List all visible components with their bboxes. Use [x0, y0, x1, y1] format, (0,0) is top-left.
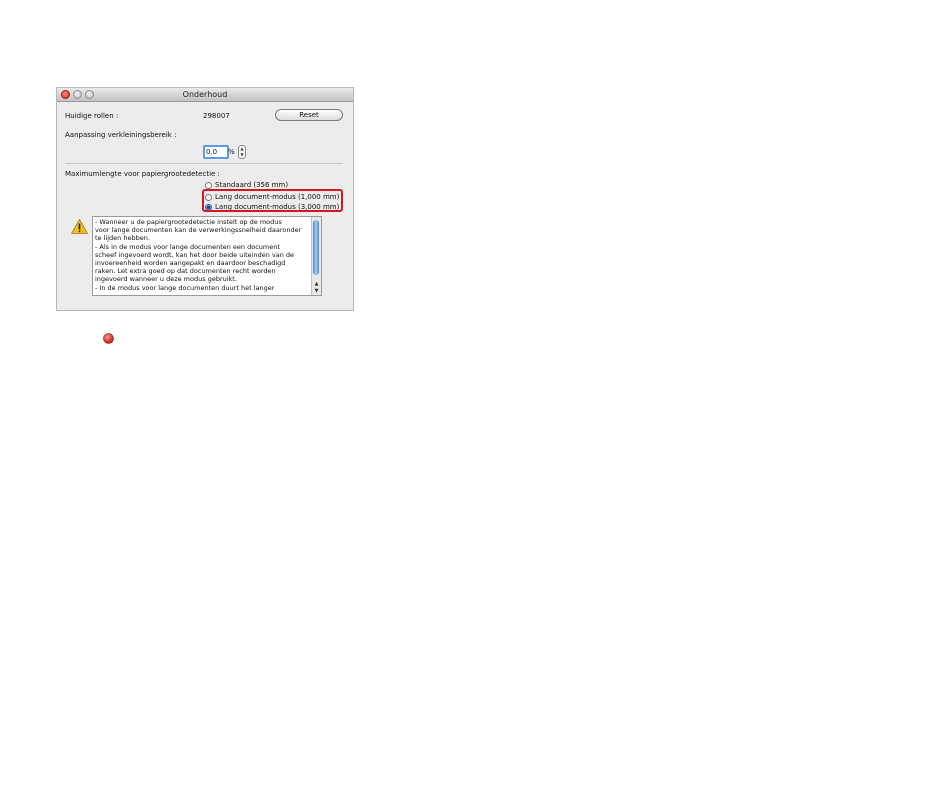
- warning-line: - Wanneer u de papiergrootedetectie inst…: [95, 218, 282, 226]
- message-scrollbar[interactable]: ▲ ▼: [311, 217, 321, 295]
- stepper-up-icon[interactable]: ▲: [239, 146, 245, 151]
- window-title: Onderhoud: [182, 90, 228, 99]
- warning-line: - In de modus voor lange documenten duur…: [95, 283, 275, 292]
- warning-line: te lijden hebben.: [95, 234, 150, 243]
- title-bar[interactable]: Onderhoud: [57, 88, 353, 102]
- detection-label: Maximumlengte voor papiergrootedetectie …: [65, 170, 220, 178]
- warning-line: invoereenheid worden aangepakt en daardo…: [95, 259, 286, 268]
- radio-standard[interactable]: [205, 182, 212, 189]
- separator: [65, 163, 343, 164]
- scrollbar-thumb[interactable]: [313, 220, 319, 275]
- reduction-input[interactable]: [203, 145, 229, 159]
- warning-message-box[interactable]: - Wanneer u de papiergrootedetectie inst…: [92, 216, 322, 296]
- warning-line: ingevoerd wanneer u deze modus gebruikt.: [95, 275, 237, 284]
- percent-label: %: [228, 148, 235, 156]
- maintenance-dialog: Onderhoud Huidige rollen : 298007 Reset …: [57, 88, 353, 310]
- rollers-label: Huidige rollen :: [65, 112, 119, 120]
- warning-line: - Als in de modus voor lange documenten …: [95, 242, 280, 251]
- stepper-down-icon[interactable]: ▼: [239, 152, 245, 157]
- warning-message: - Wanneer u de papiergrootedetectie inst…: [95, 218, 311, 292]
- reset-button[interactable]: Reset: [275, 109, 343, 121]
- red-bullet-icon: [103, 333, 114, 344]
- warning-triangle-icon: [71, 219, 88, 234]
- warning-line: voor lange documenten kan de verwerkings…: [95, 226, 302, 235]
- scroll-up-icon[interactable]: ▲: [312, 281, 321, 287]
- warning-line: raken. Let extra goed op dat documenten …: [95, 267, 276, 276]
- reduction-stepper[interactable]: ▲ ▼: [238, 145, 246, 159]
- scroll-down-icon[interactable]: ▼: [312, 288, 321, 294]
- rollers-count: 298007: [203, 112, 230, 120]
- warning-line: scheef ingevoerd wordt, kan het door bei…: [95, 250, 295, 259]
- highlight-box: [202, 189, 343, 212]
- reduction-label: Aanpassing verkleiningsbereik :: [65, 131, 177, 139]
